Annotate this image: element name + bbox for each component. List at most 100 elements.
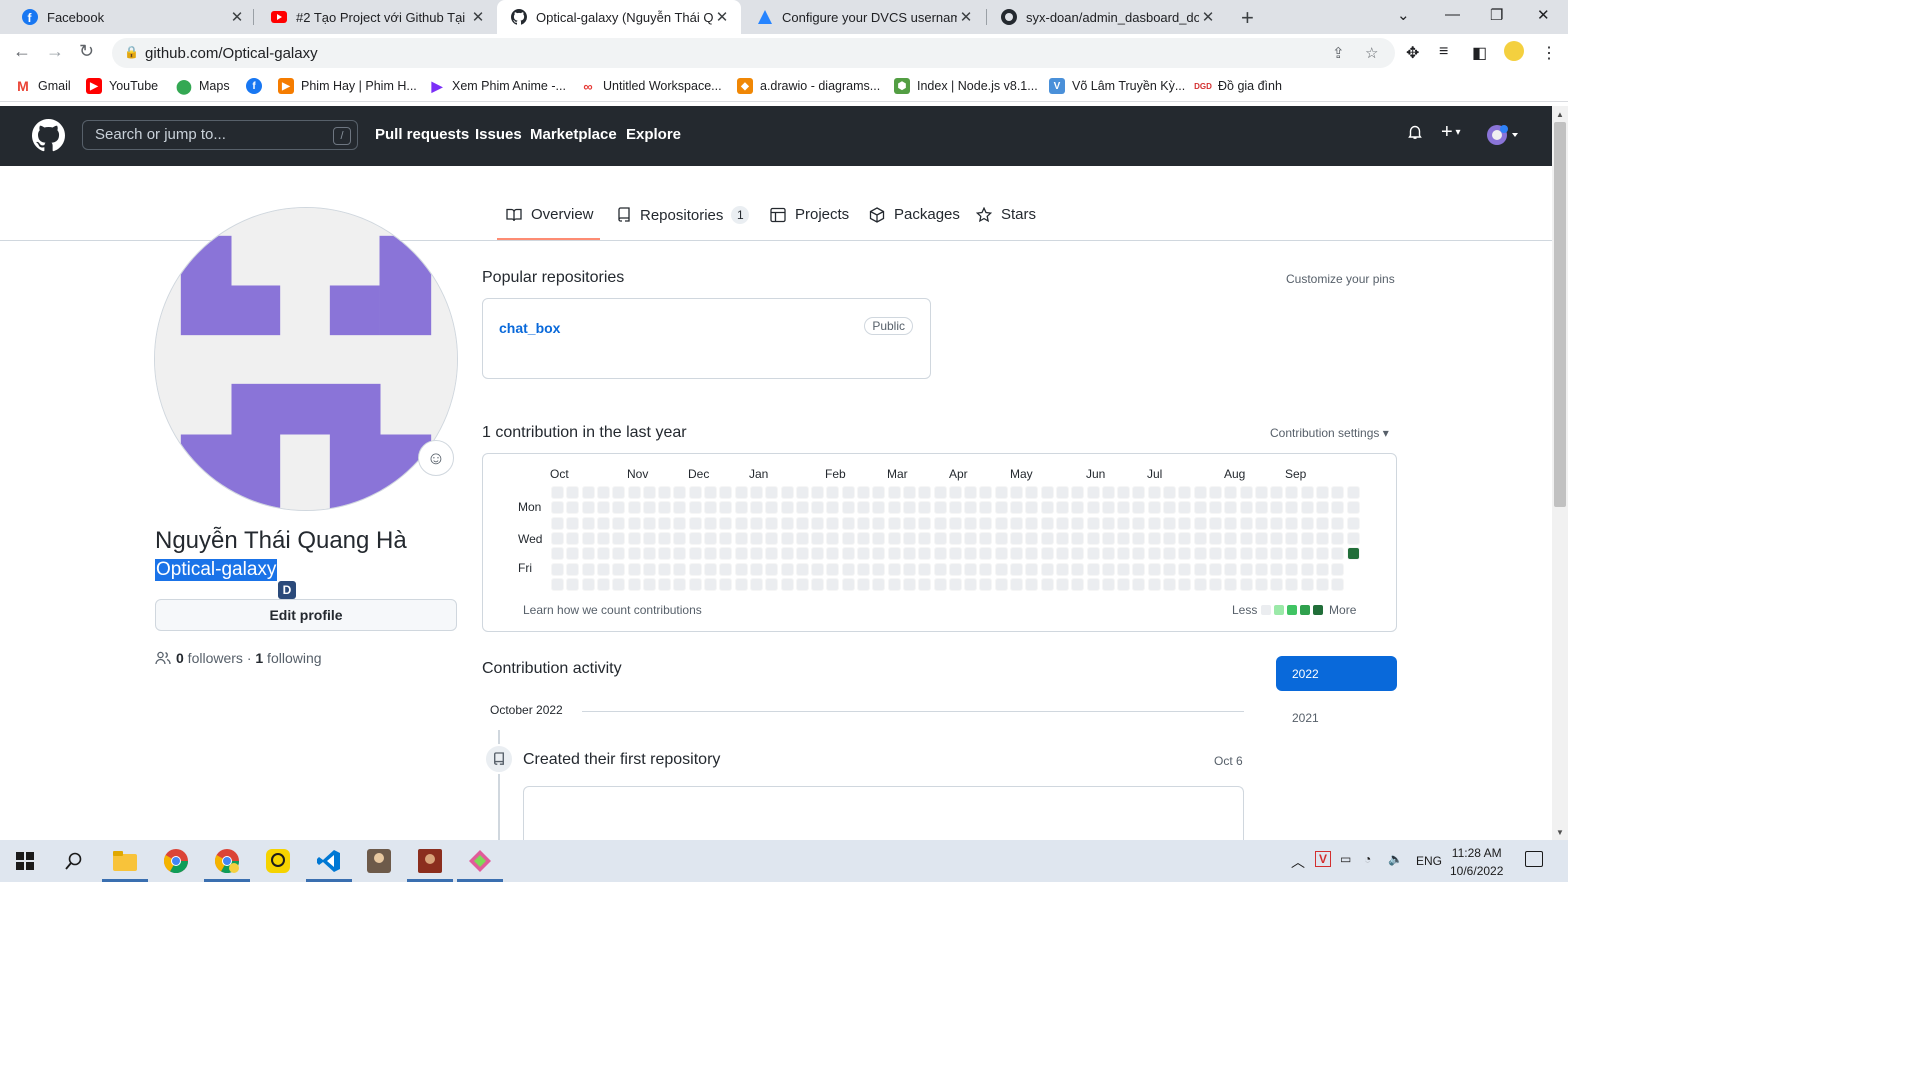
contribution-day-cell[interactable] bbox=[841, 577, 855, 591]
contribution-day-cell[interactable] bbox=[826, 562, 840, 576]
contribution-day-cell[interactable] bbox=[688, 516, 702, 530]
contribution-day-cell[interactable] bbox=[1239, 501, 1253, 515]
contribution-day-cell[interactable] bbox=[1025, 486, 1039, 499]
contribution-day-cell[interactable] bbox=[902, 562, 916, 576]
contribution-day-cell[interactable] bbox=[1132, 531, 1146, 545]
contribution-day-cell[interactable] bbox=[841, 531, 855, 545]
contribution-day-cell[interactable] bbox=[1071, 547, 1085, 561]
contribution-day-cell[interactable] bbox=[1208, 516, 1222, 530]
contribution-day-cell[interactable] bbox=[979, 577, 993, 591]
contribution-day-cell[interactable] bbox=[551, 531, 564, 545]
contribution-day-cell[interactable] bbox=[1270, 562, 1284, 576]
contribution-day-cell[interactable] bbox=[612, 562, 626, 576]
contribution-day-cell[interactable] bbox=[1071, 577, 1085, 591]
contribution-day-cell[interactable] bbox=[1117, 577, 1131, 591]
scroll-down-arrow-icon[interactable]: ▼ bbox=[1556, 828, 1564, 837]
following-count[interactable]: 1 bbox=[255, 650, 263, 666]
contribution-day-cell[interactable] bbox=[857, 501, 870, 515]
contribution-day-cell[interactable] bbox=[1147, 547, 1161, 561]
contribution-day-cell[interactable] bbox=[765, 531, 779, 545]
contribution-day-cell[interactable] bbox=[948, 577, 962, 591]
contribution-day-cell[interactable] bbox=[1147, 486, 1161, 499]
contribution-day-cell[interactable] bbox=[688, 501, 702, 515]
contribution-day-cell[interactable] bbox=[1346, 486, 1360, 499]
contribution-day-cell[interactable] bbox=[1208, 531, 1222, 545]
contribution-day-cell[interactable] bbox=[1178, 516, 1192, 530]
back-arrow-icon[interactable]: ← bbox=[13, 41, 31, 62]
contribution-day-cell[interactable] bbox=[1010, 501, 1023, 515]
contribution-day-cell[interactable] bbox=[841, 486, 855, 499]
contribution-day-cell[interactable] bbox=[1132, 562, 1146, 576]
contribution-day-cell[interactable] bbox=[734, 577, 748, 591]
contribution-day-cell[interactable] bbox=[581, 516, 595, 530]
followers-label[interactable]: followers · bbox=[184, 650, 256, 666]
contribution-day-cell[interactable] bbox=[1316, 516, 1329, 530]
contribution-day-cell[interactable] bbox=[1055, 531, 1069, 545]
contribution-day-cell[interactable] bbox=[918, 516, 932, 530]
contribution-day-cell[interactable] bbox=[948, 486, 962, 499]
contribution-day-cell[interactable] bbox=[1117, 516, 1131, 530]
contribution-day-cell[interactable] bbox=[994, 516, 1008, 530]
contribution-day-cell[interactable] bbox=[887, 531, 901, 545]
contribution-day-cell[interactable] bbox=[1254, 501, 1268, 515]
contribution-day-cell[interactable] bbox=[719, 486, 733, 499]
set-status-smiley-icon[interactable]: ☺ bbox=[418, 440, 454, 476]
contribution-day-cell[interactable] bbox=[964, 501, 978, 515]
contribution-day-cell[interactable] bbox=[1316, 547, 1329, 561]
contribution-day-cell[interactable] bbox=[1163, 531, 1176, 545]
share-icon[interactable]: ⇪ bbox=[1332, 44, 1345, 62]
contribution-day-cell[interactable] bbox=[612, 486, 626, 499]
contribution-day-cell[interactable] bbox=[704, 486, 717, 499]
contribution-day-cell[interactable] bbox=[857, 516, 870, 530]
contribution-day-cell[interactable] bbox=[1331, 562, 1345, 576]
contribution-day-cell[interactable] bbox=[1101, 562, 1115, 576]
contribution-day-cell[interactable] bbox=[872, 577, 886, 591]
antivirus-tray-icon[interactable]: V bbox=[1315, 851, 1331, 867]
contribution-day-cell[interactable] bbox=[581, 562, 595, 576]
contribution-day-cell[interactable] bbox=[872, 486, 886, 499]
contribution-day-cell[interactable] bbox=[933, 562, 947, 576]
system-clock[interactable]: 11:28 AM 10/6/2022 bbox=[1450, 844, 1503, 880]
contribution-day-cell[interactable] bbox=[811, 547, 825, 561]
contribution-day-cell[interactable] bbox=[918, 547, 932, 561]
contribution-day-cell[interactable] bbox=[1117, 562, 1131, 576]
year-2022-button[interactable]: 2022 bbox=[1276, 656, 1397, 691]
following-label[interactable]: following bbox=[263, 650, 322, 666]
contribution-day-cell[interactable] bbox=[596, 577, 610, 591]
contribution-day-cell[interactable] bbox=[780, 531, 794, 545]
contribution-day-cell[interactable] bbox=[887, 516, 901, 530]
bookmark-facebook[interactable]: f bbox=[246, 78, 269, 94]
contribution-day-cell[interactable] bbox=[795, 486, 809, 499]
contribution-day-cell[interactable] bbox=[872, 547, 886, 561]
contribution-day-cell[interactable] bbox=[948, 501, 962, 515]
contribution-day-cell[interactable] bbox=[1010, 577, 1023, 591]
edit-profile-button[interactable]: Edit profile bbox=[155, 599, 457, 631]
contribution-day-cell[interactable] bbox=[1055, 486, 1069, 499]
contribution-day-cell[interactable] bbox=[1331, 577, 1345, 591]
bookmark-gmail[interactable]: M Gmail bbox=[15, 78, 71, 94]
contribution-day-cell[interactable] bbox=[627, 516, 641, 530]
contribution-day-cell[interactable] bbox=[948, 516, 962, 530]
game-launcher-icon[interactable] bbox=[417, 848, 443, 874]
contribution-day-cell[interactable] bbox=[933, 501, 947, 515]
contribution-day-cell[interactable] bbox=[780, 516, 794, 530]
contribution-day-cell[interactable] bbox=[627, 547, 641, 561]
contribution-day-cell[interactable] bbox=[1010, 562, 1023, 576]
contribution-day-cell[interactable] bbox=[872, 562, 886, 576]
contribution-day-cell[interactable] bbox=[566, 486, 580, 499]
search-input[interactable] bbox=[95, 126, 325, 143]
contribution-day-cell[interactable] bbox=[1193, 562, 1207, 576]
tab-packages[interactable]: Packages bbox=[869, 206, 960, 223]
contribution-day-cell[interactable] bbox=[857, 562, 870, 576]
contribution-day-cell[interactable] bbox=[887, 547, 901, 561]
contribution-day-cell[interactable] bbox=[1101, 486, 1115, 499]
address-bar[interactable]: 🔒 github.com/Optical-galaxy ⇪ ☆ bbox=[112, 38, 1395, 68]
contribution-day-cell[interactable] bbox=[933, 486, 947, 499]
contribution-day-cell[interactable] bbox=[1086, 562, 1100, 576]
contribution-day-cell[interactable] bbox=[551, 486, 564, 499]
contribution-day-cell[interactable] bbox=[1040, 547, 1054, 561]
contribution-day-cell[interactable] bbox=[811, 562, 825, 576]
contribution-day-cell[interactable] bbox=[1132, 516, 1146, 530]
contribution-day-cell[interactable] bbox=[658, 516, 672, 530]
contribution-day-cell[interactable] bbox=[872, 531, 886, 545]
